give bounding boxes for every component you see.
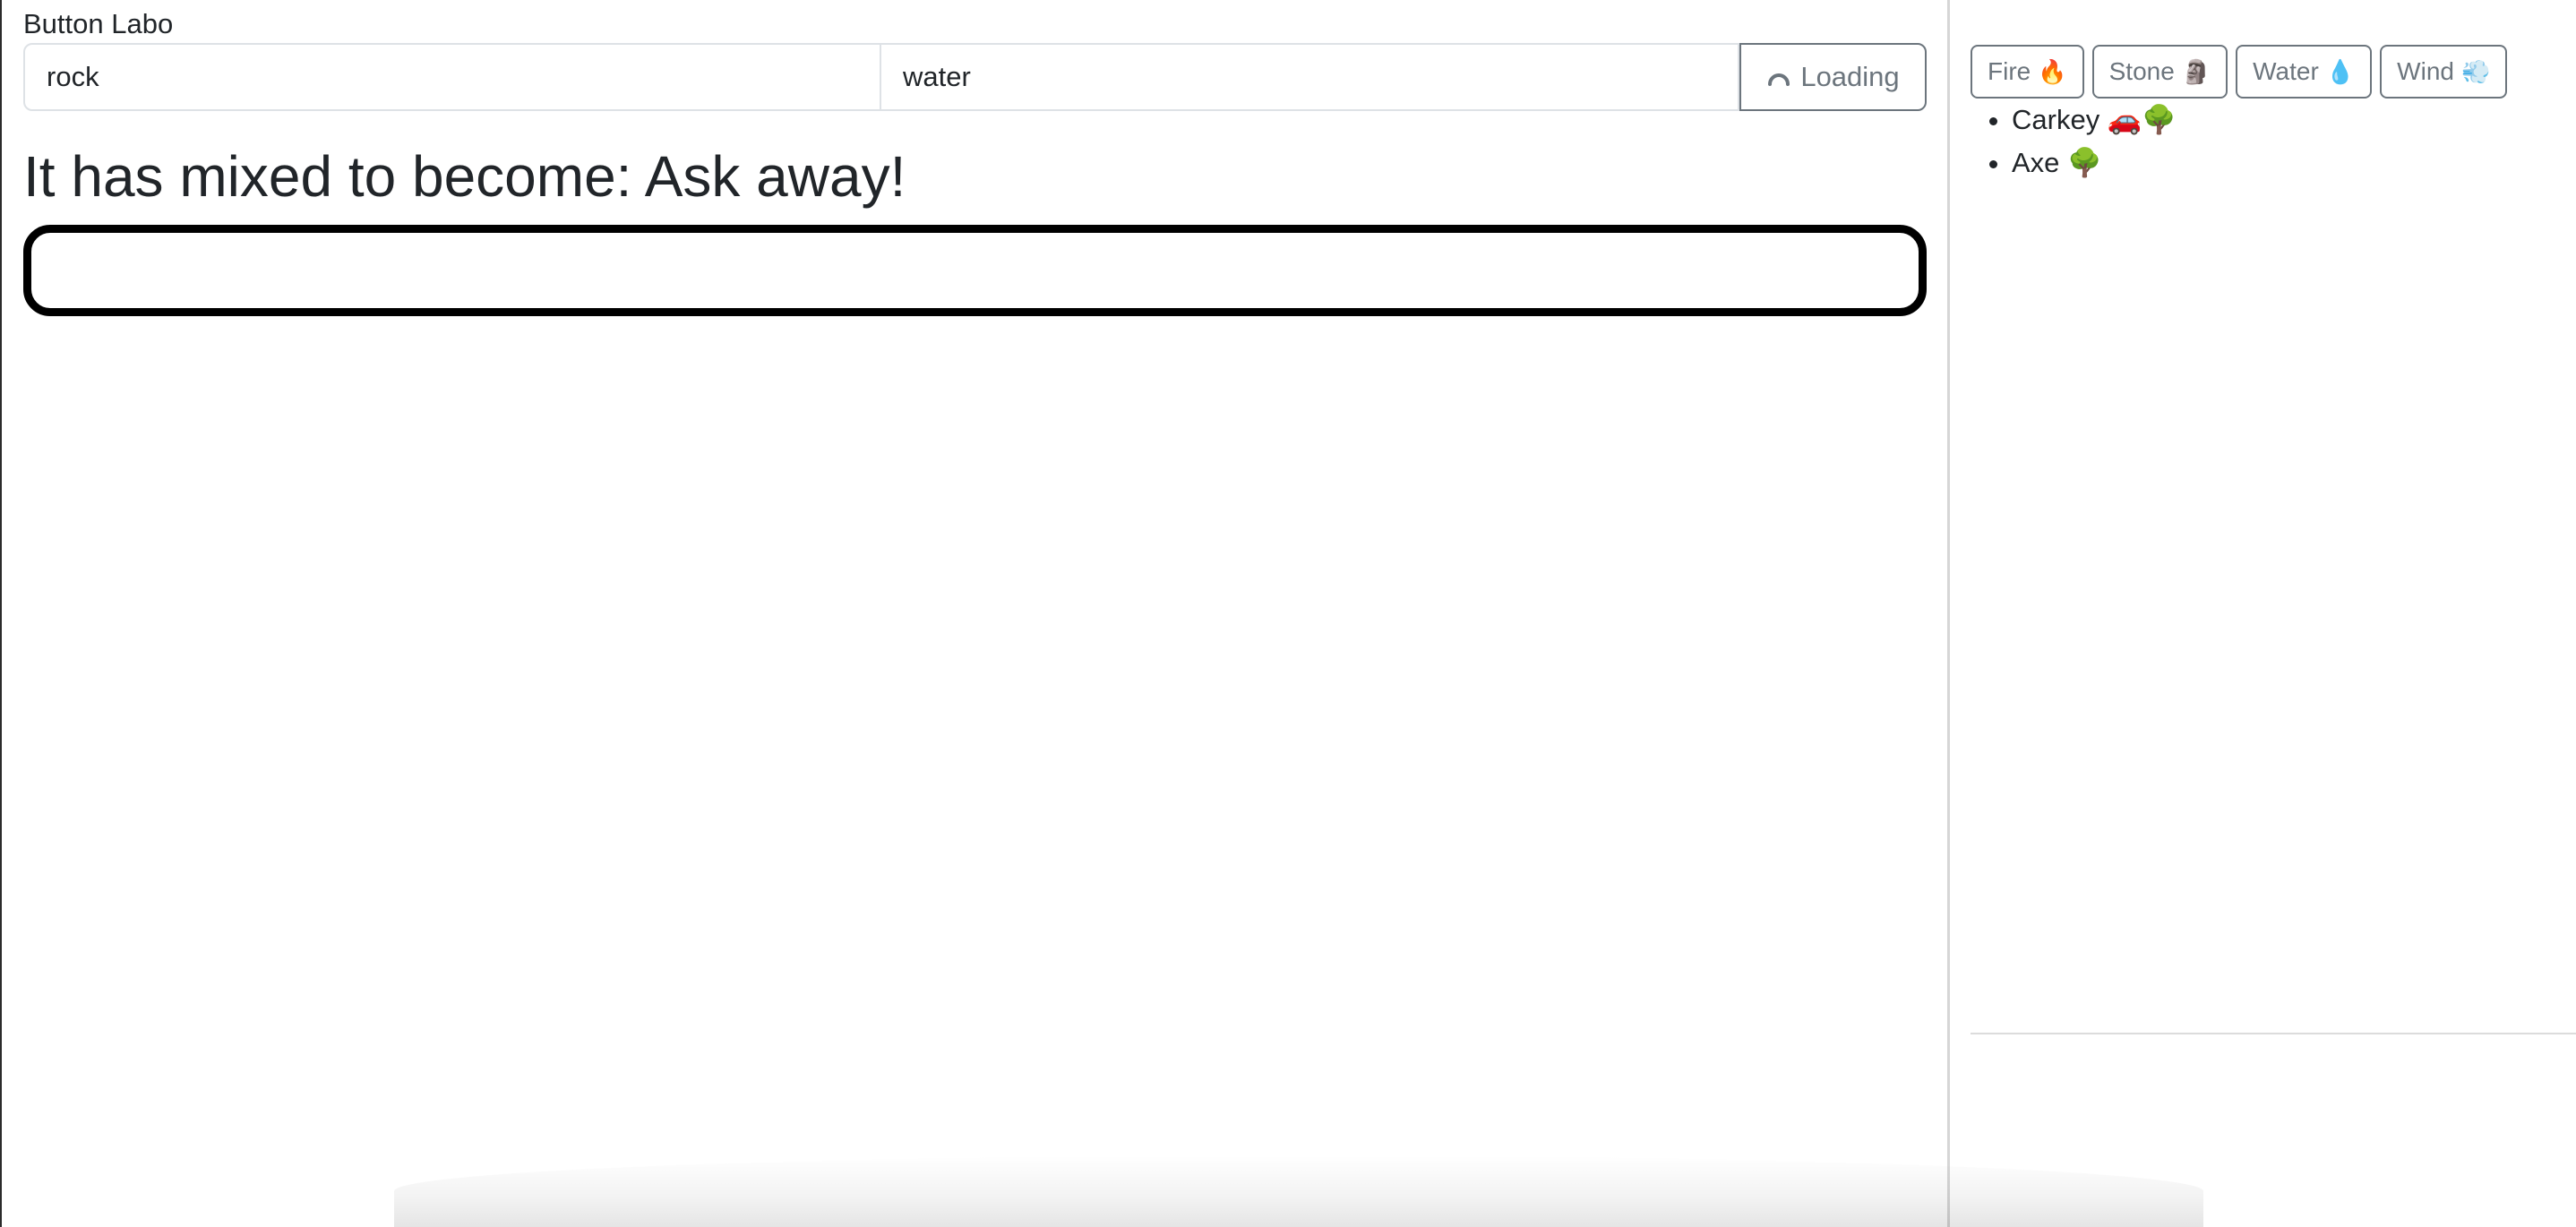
fire-button-label: Fire [1988, 57, 2031, 85]
window-left-edge [0, 0, 2, 1227]
bottom-shadow [394, 1155, 2203, 1227]
first-element-input[interactable] [23, 43, 881, 111]
stone-button-label: Stone [2108, 57, 2175, 85]
result-heading: It has mixed to become: Ask away! [23, 144, 906, 209]
answer-box [23, 225, 1927, 316]
water-button[interactable]: Water 💧 [2236, 45, 2373, 99]
mix-button-label: Loading [1800, 61, 1900, 92]
fire-icon: 🔥 [2038, 58, 2067, 85]
column-divider [1947, 0, 1950, 1227]
wind-button[interactable]: Wind 💨 [2380, 45, 2508, 99]
recipe-list-item: Carkey 🚗🌳 [2012, 99, 2177, 142]
sidebar: Fire 🔥 Stone 🗿 Water 💧 Wind 💨 Carkey 🚗🌳 … [1971, 0, 2576, 1227]
recipe-list-item: Axe 🌳 [2012, 142, 2177, 184]
app-title: Button Labo [23, 8, 174, 39]
wind-button-label: Wind [2397, 57, 2454, 85]
fire-button[interactable]: Fire 🔥 [1971, 45, 2084, 99]
water-button-label: Water [2253, 57, 2319, 85]
stone-button[interactable]: Stone 🗿 [2091, 45, 2228, 99]
second-element-input[interactable] [881, 43, 1739, 111]
spinner-icon [1768, 73, 1790, 86]
stone-icon: 🗿 [2181, 58, 2211, 85]
page: Button Labo Loading It has mixed to beco… [0, 0, 2576, 1227]
water-drop-icon: 💧 [2325, 58, 2356, 85]
wind-icon: 💨 [2460, 58, 2491, 85]
recipe-list: Carkey 🚗🌳 Axe 🌳 [1971, 99, 2177, 184]
element-button-group: Fire 🔥 Stone 🗿 Water 💧 Wind 💨 [1971, 45, 2508, 99]
mix-button[interactable]: Loading [1739, 43, 1927, 111]
mixer-input-group: Loading [23, 43, 1927, 111]
sidebar-separator [1971, 1033, 2576, 1034]
